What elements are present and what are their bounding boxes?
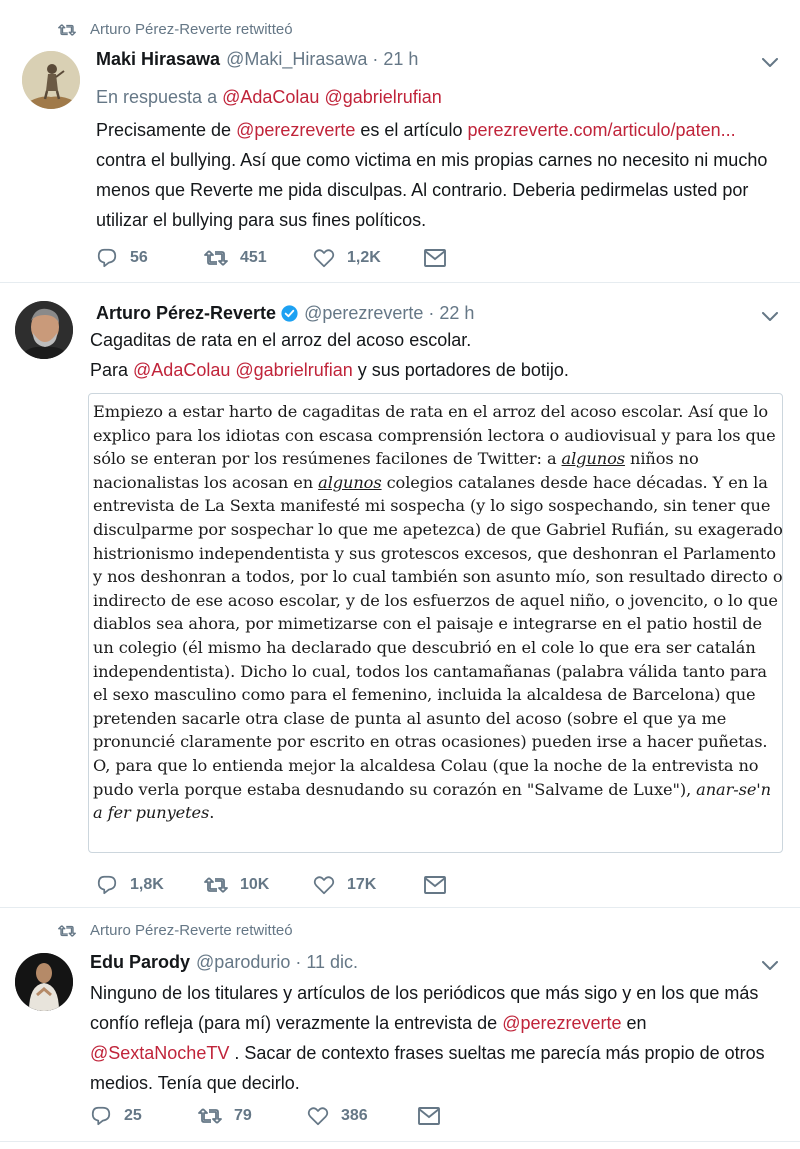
reply-button[interactable]: 25: [90, 1105, 198, 1127]
tweet-text: Precisamente de @perezreverte es el artí…: [96, 115, 786, 235]
reply-icon: [96, 247, 118, 269]
display-name[interactable]: Arturo Pérez-Reverte: [96, 303, 276, 324]
retweet-icon: [58, 924, 76, 938]
tweet-text-part: en: [621, 1013, 647, 1033]
reply-mention-gabrielrufian[interactable]: @gabrielrufian: [324, 87, 441, 107]
retweet-count: 10K: [240, 876, 270, 893]
tweet-actions: 1,8K 10K 17K: [96, 874, 447, 896]
retweet-context: Arturo Pérez-Reverte retwitteó: [58, 21, 293, 38]
tweet-header: Arturo Pérez-Reverte @perezreverte · 22 …: [96, 303, 474, 324]
avatar-photo-icon: [15, 953, 73, 1011]
retweet-context: Arturo Pérez-Reverte retwitteó: [58, 922, 293, 939]
reply-mention-adacolau[interactable]: @AdaColau: [222, 87, 319, 107]
image-text-underlined: algunos: [561, 449, 626, 469]
like-count: 1,2K: [347, 249, 381, 266]
image-text-part: .: [209, 803, 215, 823]
tweet-text-part: es el artículo: [355, 120, 468, 140]
chevron-down-icon[interactable]: [762, 58, 778, 68]
tweet-actions: 25 79 386: [90, 1105, 441, 1127]
reply-count: 1,8K: [130, 876, 164, 893]
tweet-edu-parody[interactable]: Arturo Pérez-Reverte retwitteó Edu Parod…: [0, 908, 800, 1142]
retweet-count: 451: [240, 249, 267, 266]
image-text-part: colegios catalanes desde hace décadas. Y…: [93, 472, 783, 799]
tweet-text-part: contra el bullying. Así que como victima…: [96, 150, 768, 230]
user-handle[interactable]: @Maki_Hirasawa: [226, 49, 367, 70]
retweet-button[interactable]: 451: [204, 249, 313, 267]
reply-count: 25: [124, 1107, 142, 1124]
avatar-illustration-icon: [22, 51, 80, 109]
timestamp[interactable]: 22 h: [439, 303, 474, 324]
separator: ·: [372, 49, 379, 69]
mention-adacolau[interactable]: @AdaColau: [133, 360, 230, 380]
article-link[interactable]: perezreverte.com/articulo/paten...: [467, 120, 735, 140]
reply-icon: [90, 1105, 112, 1127]
image-text-underlined: algunos: [318, 472, 382, 492]
message-icon: [423, 875, 447, 895]
mention-gabrielrufian[interactable]: @gabrielrufian: [235, 360, 352, 380]
reply-button[interactable]: 1,8K: [96, 874, 204, 896]
reply-button[interactable]: 56: [96, 247, 204, 269]
message-icon: [423, 248, 447, 268]
mention-sextanochetv[interactable]: @SextaNocheTV: [90, 1043, 229, 1063]
avatar[interactable]: [22, 51, 80, 109]
retweet-icon: [198, 1107, 222, 1125]
like-button[interactable]: 17K: [313, 874, 423, 896]
reply-icon: [96, 874, 118, 896]
separator: ·: [295, 952, 302, 972]
image-text: Empiezo a estar harto de cagaditas de ra…: [93, 400, 783, 825]
avatar[interactable]: [15, 953, 73, 1011]
direct-message-button[interactable]: [423, 875, 447, 895]
display-name[interactable]: Maki Hirasawa: [96, 49, 220, 70]
like-button[interactable]: 386: [307, 1105, 417, 1127]
retweet-context-label: Arturo Pérez-Reverte retwitteó: [90, 922, 293, 939]
timestamp[interactable]: 21 h: [383, 49, 418, 70]
chevron-down-icon[interactable]: [762, 312, 778, 322]
user-handle[interactable]: @perezreverte: [304, 303, 423, 324]
like-count: 386: [341, 1107, 368, 1124]
chevron-down-icon[interactable]: [762, 961, 778, 971]
like-count: 17K: [347, 876, 377, 893]
tweet-text: Ninguno de los titulares y artículos de …: [90, 978, 780, 1098]
tweet-perezreverte[interactable]: Arturo Pérez-Reverte @perezreverte · 22 …: [0, 283, 800, 908]
tweet-maki-hirasawa[interactable]: Arturo Pérez-Reverte retwitteó Maki Hira…: [0, 0, 800, 283]
separator: ·: [428, 303, 435, 323]
tweet-text-part: y sus portadores de botijo.: [352, 360, 569, 380]
verified-badge-icon: [281, 305, 298, 322]
retweet-button[interactable]: 79: [198, 1107, 307, 1125]
user-handle[interactable]: @parodurio: [196, 952, 290, 973]
tweet-text: Cagaditas de rata en el arroz del acoso …: [90, 325, 780, 385]
tweet-line-2: Para @AdaColau @gabrielrufian y sus port…: [90, 355, 780, 385]
avatar[interactable]: [15, 301, 73, 359]
retweet-icon: [204, 249, 228, 267]
tweet-actions: 56 451 1,2K: [96, 247, 447, 269]
tweet-text-part: Para: [90, 360, 134, 380]
tweet-header: Edu Parody @parodurio · 11 dic.: [90, 952, 358, 973]
display-name[interactable]: Edu Parody: [90, 952, 190, 973]
message-icon: [417, 1106, 441, 1126]
direct-message-button[interactable]: [423, 248, 447, 268]
tweet-header: Maki Hirasawa @Maki_Hirasawa · 21 h: [96, 49, 418, 70]
avatar-photo-icon: [15, 301, 73, 359]
reply-context: En respuesta a @AdaColau @gabrielrufian: [96, 82, 786, 112]
tweet-text-part: Precisamente de: [96, 120, 237, 140]
reply-prefix: En respuesta a: [96, 87, 218, 107]
like-icon: [307, 1105, 329, 1127]
attached-image[interactable]: Empiezo a estar harto de cagaditas de ra…: [88, 393, 783, 853]
retweet-count: 79: [234, 1107, 252, 1124]
retweet-button[interactable]: 10K: [204, 876, 313, 894]
mention-perezreverte[interactable]: @perezreverte: [236, 120, 355, 140]
reply-count: 56: [130, 249, 148, 266]
timestamp[interactable]: 11 dic.: [306, 952, 358, 973]
retweet-icon: [204, 876, 228, 894]
retweet-context-label: Arturo Pérez-Reverte retwitteó: [90, 21, 293, 38]
tweet-text-part: Ninguno de los titulares y artículos de …: [90, 983, 759, 1033]
like-icon: [313, 874, 335, 896]
mention-perezreverte[interactable]: @perezreverte: [502, 1013, 621, 1033]
tweet-line-1: Cagaditas de rata en el arroz del acoso …: [90, 330, 472, 350]
like-button[interactable]: 1,2K: [313, 247, 423, 269]
retweet-icon: [58, 23, 76, 37]
direct-message-button[interactable]: [417, 1106, 441, 1126]
like-icon: [313, 247, 335, 269]
